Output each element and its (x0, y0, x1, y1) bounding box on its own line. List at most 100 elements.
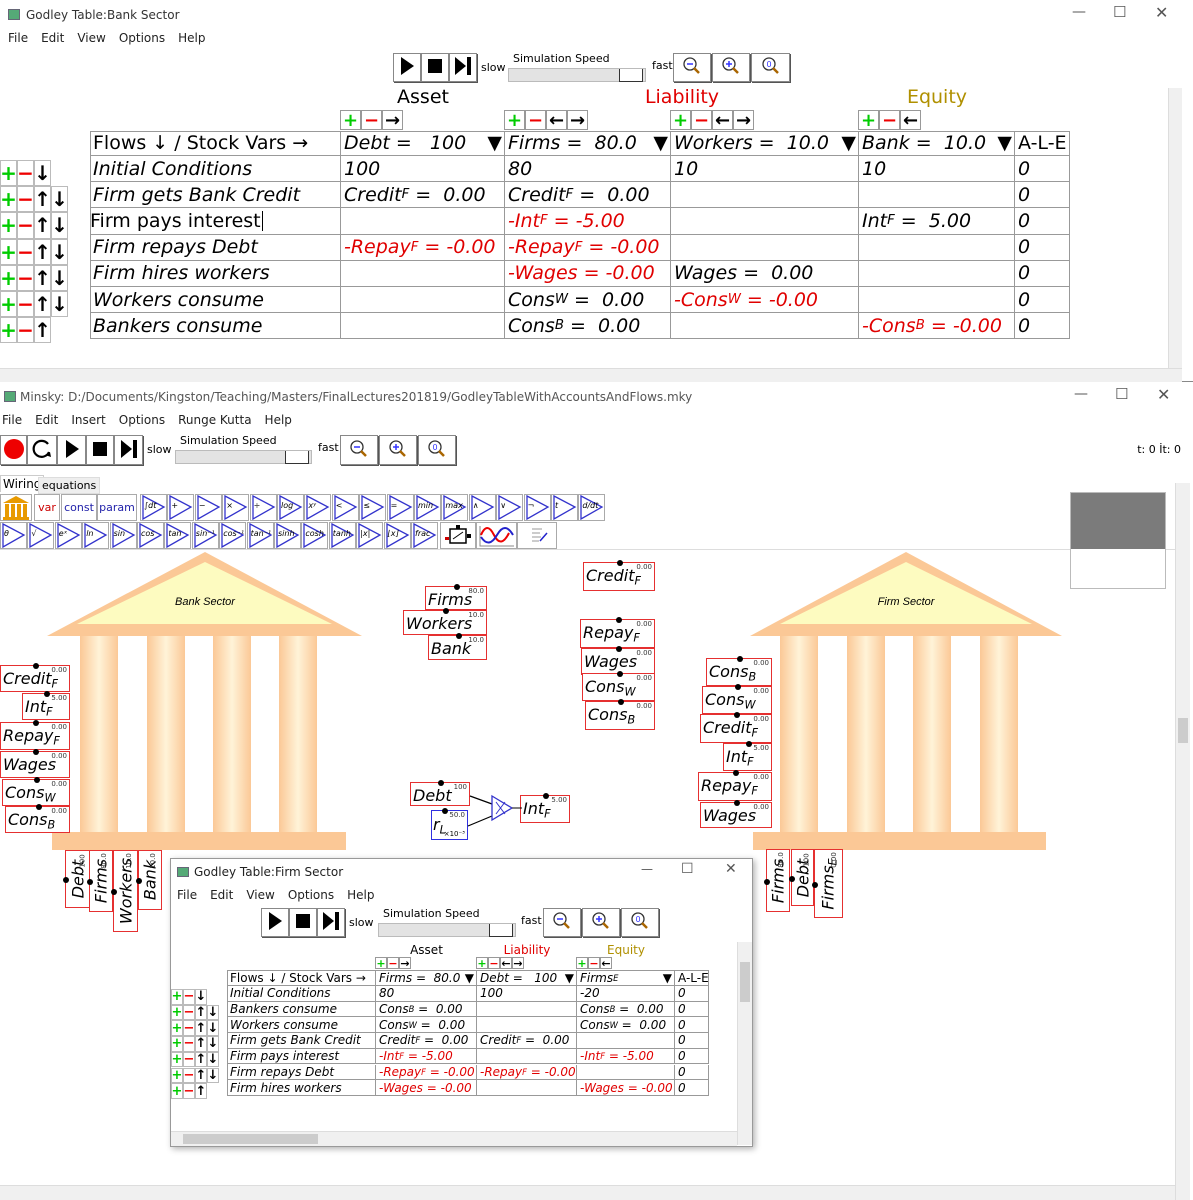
zoomin-button[interactable] (712, 53, 750, 82)
ale-cell[interactable]: 0 (675, 1017, 709, 1034)
move-row-up-button[interactable]: ↑ (34, 186, 51, 213)
flow-label-cell[interactable]: Firm pays interest (227, 1048, 376, 1065)
zoomout-button[interactable] (673, 53, 711, 82)
zoomin-button[interactable] (582, 908, 620, 937)
godley-cell[interactable]: -Cons W = -0.00 (671, 287, 859, 314)
move-row-down-button[interactable]: ↓ (207, 1036, 219, 1052)
variable-bank[interactable]: Bank 10.0 (136, 850, 162, 910)
godley-cell[interactable]: -Int F = -5.00 (376, 1048, 477, 1065)
menu-help[interactable]: Help (347, 888, 374, 902)
move-row-down-button[interactable]: ↓ (51, 186, 68, 213)
step-button[interactable] (317, 908, 345, 937)
minimize-button[interactable]: — (641, 862, 653, 876)
delete-column-button[interactable]: − (525, 110, 546, 131)
variable-credit-f[interactable]: CreditF 0.00 (583, 560, 655, 591)
variable-debt[interactable]: Debt 100 (410, 780, 470, 806)
maximize-button[interactable]: ☐ (1115, 385, 1128, 403)
zoomout-button[interactable] (340, 435, 378, 465)
move-row-up-button[interactable]: ↑ (195, 1051, 207, 1068)
stock-variable-header[interactable]: Firms = 80.0 ▼ (376, 970, 477, 986)
menu-view[interactable]: View (77, 31, 105, 45)
add-column-button[interactable]: + (670, 110, 691, 131)
variable-credit-f[interactable]: CreditF 0.00 (0, 663, 70, 692)
godley-cell[interactable]: -20 (577, 986, 675, 1002)
minimize-button[interactable]: — (1072, 4, 1086, 20)
variable-cons-w[interactable]: ConsW 0.00 (582, 671, 655, 701)
move-column-right-button[interactable]: → (567, 110, 588, 131)
vertical-scrollbar[interactable] (737, 942, 752, 1145)
ale-cell[interactable]: 0 (675, 1080, 709, 1096)
menu-options[interactable]: Options (119, 413, 165, 427)
godley-cell[interactable] (577, 1033, 675, 1049)
operation-button[interactable]: |x| (356, 522, 384, 549)
record-button[interactable] (0, 435, 27, 465)
move-row-down-button[interactable]: ↓ (207, 1020, 219, 1037)
godley-cell[interactable]: 100 (477, 986, 577, 1002)
play-button[interactable] (261, 908, 289, 937)
step-button[interactable] (449, 53, 477, 82)
variable-wages[interactable]: Wages 0.00 (700, 800, 772, 828)
ale-cell[interactable]: 0 (1015, 260, 1070, 287)
godley-cell[interactable]: Cons W = 0.00 (376, 1017, 477, 1034)
operation-button[interactable]: max (441, 494, 469, 521)
zoomreset-button[interactable]: 0 (751, 53, 790, 82)
delete-row-button[interactable]: − (183, 1067, 195, 1084)
delete-row-button[interactable]: − (183, 1004, 195, 1021)
menu-runge-kutta[interactable]: Runge Kutta (178, 413, 251, 427)
delete-row-button[interactable]: − (17, 160, 34, 187)
flow-label-cell[interactable]: Firm hires workers (90, 260, 341, 287)
variable-cons-b[interactable]: ConsB 0.00 (706, 656, 772, 686)
godley-cell[interactable] (859, 260, 1015, 287)
move-column-right-button[interactable]: → (399, 957, 411, 970)
ale-cell[interactable]: 0 (1015, 313, 1070, 340)
godley-cell[interactable] (671, 208, 859, 235)
add-column-button[interactable]: + (858, 110, 879, 131)
reset-button[interactable] (27, 435, 57, 465)
move-row-down-button[interactable]: ↓ (51, 291, 68, 318)
variable-cons-b[interactable]: ConsB 0.00 (585, 699, 655, 730)
vertical-scrollbar[interactable] (1168, 88, 1182, 368)
add-row-button[interactable]: + (0, 291, 17, 318)
close-button[interactable]: ✕ (1157, 385, 1170, 404)
operation-button[interactable]: + (167, 494, 195, 521)
move-row-up-button[interactable]: ↑ (34, 212, 51, 239)
operation-button[interactable]: tan (164, 522, 192, 549)
stock-variable-header[interactable]: Debt = 100 ▼ (341, 131, 505, 156)
delete-row-button[interactable]: − (17, 238, 34, 265)
close-button[interactable]: ✕ (1155, 3, 1168, 22)
move-row-down-button[interactable]: ↓ (51, 264, 68, 291)
godley-cell[interactable] (671, 182, 859, 209)
delete-column-button[interactable]: − (588, 957, 600, 970)
menu-options[interactable]: Options (288, 888, 334, 902)
variable-firms[interactable]: Firms 80.0 (87, 850, 113, 912)
variable-cons-b[interactable]: ConsB 0.00 (5, 804, 70, 833)
flow-label-cell[interactable]: Initial Conditions (90, 156, 341, 183)
simulation-speed-slider[interactable] (175, 450, 312, 464)
operation-button[interactable]: ¬ (523, 494, 551, 521)
godley-cell[interactable]: Cons W = 0.00 (577, 1017, 675, 1034)
operation-button[interactable]: sin (109, 522, 137, 549)
add-row-button[interactable]: + (171, 1020, 183, 1037)
variable-wages[interactable]: Wages 0.00 (0, 749, 70, 778)
move-row-up-button[interactable]: ↑ (195, 1067, 207, 1084)
variable-debt[interactable]: Debt 100 (63, 850, 90, 908)
horizontal-scrollbar[interactable] (0, 1185, 1175, 1200)
add-column-button[interactable]: + (504, 110, 525, 131)
delete-column-button[interactable]: − (361, 110, 382, 131)
godley-cell[interactable] (859, 234, 1015, 261)
add-row-button[interactable]: + (0, 238, 17, 265)
move-row-up-button[interactable]: ↑ (34, 317, 51, 344)
add-column-button[interactable]: + (576, 957, 588, 970)
delete-column-button[interactable]: − (879, 110, 900, 131)
variable-credit-f[interactable]: CreditF 0.00 (700, 712, 772, 743)
flow-label-cell[interactable]: Firm gets Bank Credit (227, 1033, 376, 1049)
menu-options[interactable]: Options (119, 31, 165, 45)
ale-header[interactable]: A-L-E (1015, 131, 1070, 156)
move-column-left-button[interactable]: ← (500, 957, 512, 970)
variable-cons-w[interactable]: ConsW 0.00 (2, 777, 70, 806)
add-column-button[interactable]: + (375, 957, 387, 970)
godley-cell[interactable]: -Repay F = -0.00 (477, 1064, 577, 1081)
slider-handle[interactable] (489, 924, 513, 937)
godley-cell[interactable]: Wages = 0.00 (671, 260, 859, 287)
godley-cell[interactable]: 80 (376, 986, 477, 1002)
